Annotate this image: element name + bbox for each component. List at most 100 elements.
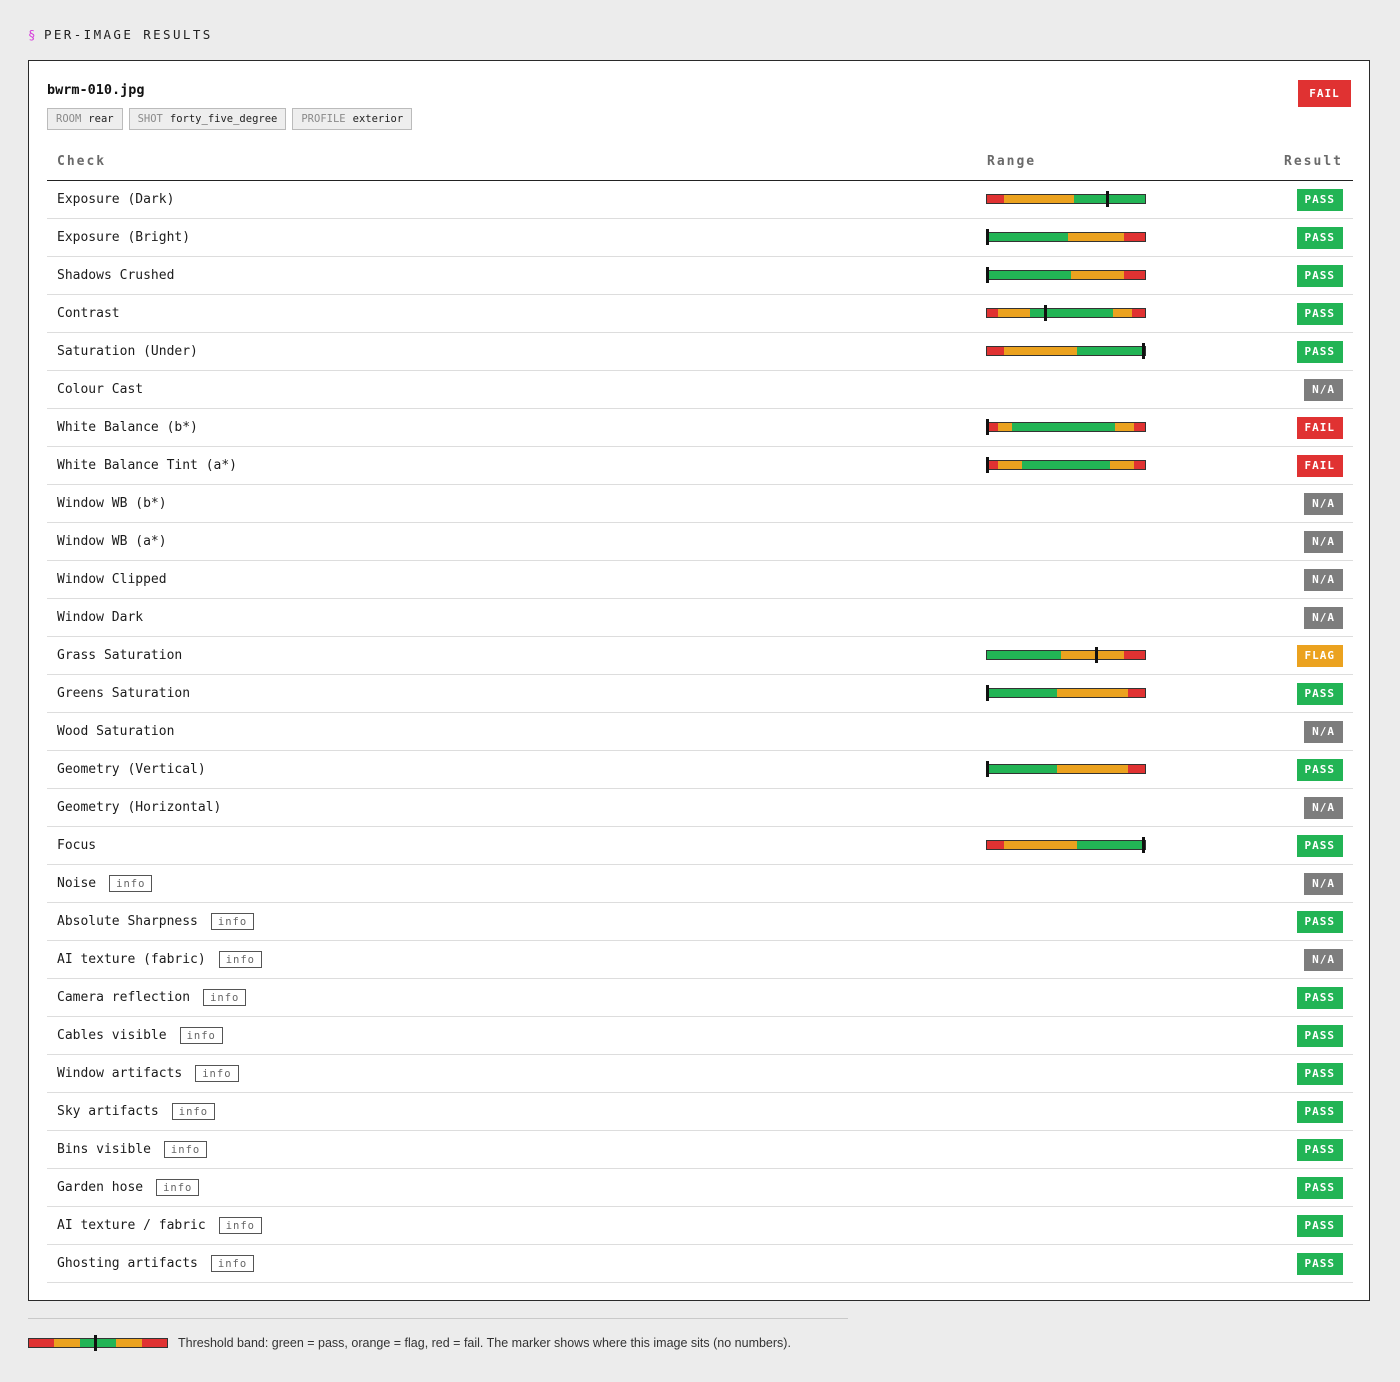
result-badge: PASS <box>1296 303 1343 325</box>
band-marker <box>986 267 989 283</box>
table-row: Colour Cast N/A <box>47 371 1353 409</box>
result-badge: PASS <box>1296 1139 1343 1161</box>
band-segment-red <box>987 347 1005 355</box>
result-badge: PASS <box>1296 759 1343 781</box>
band-segment-red <box>987 309 999 317</box>
band-segment-green <box>1012 423 1115 431</box>
tag-key: PROFILE <box>301 113 346 125</box>
check-name: White Balance (b*) <box>57 420 198 435</box>
table-row: Noise info N/A <box>47 865 1353 903</box>
info-badge[interactable]: info <box>156 1179 200 1196</box>
band-marker <box>986 685 989 701</box>
threshold-band <box>986 457 1146 473</box>
band-marker <box>986 229 989 245</box>
check-name-cell: Exposure (Dark) <box>57 181 174 218</box>
tag-value: rear <box>88 113 114 125</box>
result-badge: N/A <box>1304 531 1343 553</box>
table-row: Absolute Sharpness info PASS <box>47 903 1353 941</box>
table-row: Wood Saturation N/A <box>47 713 1353 751</box>
band-segment-red <box>1124 233 1145 241</box>
band-marker <box>986 419 989 435</box>
check-name-cell: Ghosting artifacts info <box>57 1245 255 1282</box>
result-badge: N/A <box>1304 569 1343 591</box>
band-segment-orange <box>1056 689 1128 697</box>
info-badge[interactable]: info <box>210 1255 255 1272</box>
check-name-cell: Window artifacts info <box>57 1055 239 1092</box>
check-name: Geometry (Vertical) <box>57 762 206 777</box>
band-segment-red <box>1124 651 1145 659</box>
band-segment-orange <box>1061 651 1125 659</box>
band-marker <box>1044 305 1048 321</box>
result-badge: N/A <box>1304 493 1343 515</box>
band-segment-red <box>987 195 1005 203</box>
check-name-cell: Greens Saturation <box>57 675 190 712</box>
table-row: Focus PASS <box>47 827 1353 865</box>
check-name-cell: White Balance (b*) <box>57 409 198 446</box>
band-segment-orange <box>1110 461 1134 469</box>
band-segment-orange <box>1004 841 1078 849</box>
threshold-band <box>986 685 1146 701</box>
band-marker <box>1095 647 1099 663</box>
tag-profile: PROFILE exterior <box>292 108 413 130</box>
check-name-cell: AI texture / fabric info <box>57 1207 263 1244</box>
band-segment-red <box>1127 765 1145 773</box>
results-table-body: Exposure (Dark) PASS Exposure (Bright) PASS… <box>47 181 1353 1283</box>
result-badge: PASS <box>1296 227 1343 249</box>
info-badge[interactable]: info <box>171 1103 216 1120</box>
threshold-band <box>986 837 1146 853</box>
band-segment-red <box>1127 689 1145 697</box>
table-row: White Balance (b*) FAIL <box>47 409 1353 447</box>
result-badge: FAIL <box>1296 455 1343 477</box>
band-segment-green <box>987 233 1068 241</box>
legend: Threshold band: green = pass, orange = f… <box>28 1335 791 1351</box>
check-name-cell: Noise info <box>57 865 153 902</box>
threshold-band <box>986 191 1146 207</box>
info-badge[interactable]: info <box>210 913 255 930</box>
info-badge[interactable]: info <box>179 1027 223 1044</box>
info-badge[interactable]: info <box>109 875 153 892</box>
band-segment-red <box>1133 423 1145 431</box>
check-name-cell: Wood Saturation <box>57 713 174 750</box>
band-segment-green <box>1073 195 1106 203</box>
table-row: Window artifacts info PASS <box>47 1055 1353 1093</box>
threshold-band <box>986 267 1146 283</box>
table-row: Sky artifacts info PASS <box>47 1093 1353 1131</box>
info-badge[interactable]: info <box>218 1217 263 1234</box>
check-name-cell: AI texture (fabric) info <box>57 941 263 978</box>
info-badge[interactable]: info <box>195 1065 239 1082</box>
result-badge: FLAG <box>1296 645 1343 667</box>
info-badge[interactable]: info <box>203 989 247 1006</box>
band-segment-green <box>1108 195 1145 203</box>
check-name-cell: Exposure (Bright) <box>57 219 190 256</box>
info-badge[interactable]: info <box>218 951 263 968</box>
info-badge[interactable]: info <box>163 1141 208 1158</box>
overall-result-badge: FAIL <box>1298 80 1351 107</box>
table-row: Saturation (Under) PASS <box>47 333 1353 371</box>
band-segment-orange <box>1004 347 1078 355</box>
table-row: Ghosting artifacts info PASS <box>47 1245 1353 1283</box>
table-row: Geometry (Horizontal) N/A <box>47 789 1353 827</box>
check-name: Window WB (a*) <box>57 534 167 549</box>
image-tags: ROOM rear SHOT forty_five_degree PROFILE ex… <box>47 108 413 130</box>
tag-key: ROOM <box>56 113 82 125</box>
band-segment-orange <box>998 461 1022 469</box>
result-badge: N/A <box>1304 721 1343 743</box>
table-row: AI texture (fabric) info N/A <box>47 941 1353 979</box>
band-marker <box>1142 837 1146 853</box>
check-name: Window WB (b*) <box>57 496 167 511</box>
result-badge: PASS <box>1296 1025 1343 1047</box>
result-badge: N/A <box>1304 797 1343 819</box>
threshold-band <box>986 229 1146 245</box>
band-segment-orange <box>115 1339 143 1347</box>
result-badge: FAIL <box>1296 417 1343 439</box>
threshold-band <box>986 647 1146 663</box>
section-symbol: § <box>28 27 38 42</box>
check-name-cell: White Balance Tint (a*) <box>57 447 237 484</box>
column-header-result: Result <box>1284 154 1343 169</box>
result-badge: PASS <box>1296 1101 1343 1123</box>
legend-threshold-band <box>28 1335 168 1351</box>
band-segment-red <box>142 1339 167 1347</box>
check-name-cell: Focus <box>57 827 96 864</box>
threshold-band <box>986 419 1146 435</box>
check-name: Greens Saturation <box>57 686 191 701</box>
